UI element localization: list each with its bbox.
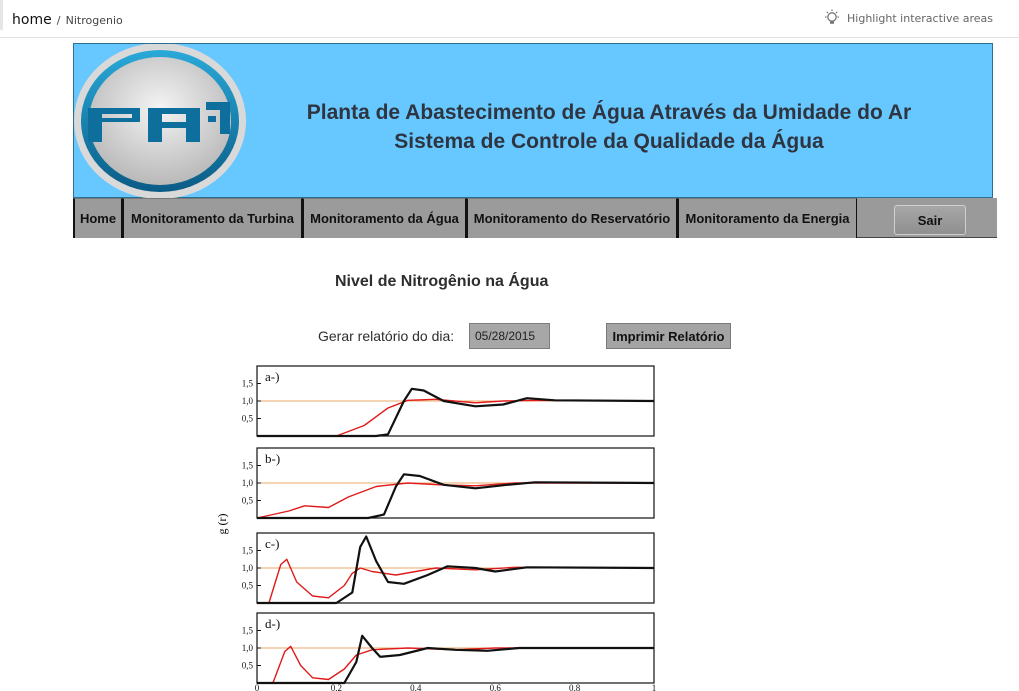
nitrogen-gr-chart: g (r) 0,5 1,0 1,5 a-) 0,5 1,0 1,5 b-) 0,5 1,0 1,5 c… <box>215 365 657 691</box>
chart-ytick-label: 1,0 <box>242 643 254 653</box>
top-bar-edge <box>0 0 3 30</box>
report-date-input[interactable] <box>469 323 550 349</box>
main-nav: Home Monitoramento da Turbina Monitorame… <box>73 198 997 238</box>
print-report-button[interactable]: Imprimir Relatório <box>606 323 731 349</box>
chart-xtick-label: 0,2 <box>331 683 342 691</box>
highlight-interactive-toggle[interactable]: Highlight interactive areas <box>823 9 993 27</box>
breadcrumb-separator: / <box>56 14 61 27</box>
highlight-label: Highlight interactive areas <box>847 11 993 25</box>
breadcrumb-current: Nitrogenio <box>65 14 123 27</box>
top-bar: home / Nitrogenio Highlight interactive … <box>0 0 1019 38</box>
chart-xtick-label: 0,4 <box>410 683 422 691</box>
chart-ytick-label: 0,5 <box>242 581 254 591</box>
nav-water-monitoring[interactable]: Monitoramento da Água <box>302 198 466 238</box>
header-title-line1: Planta de Abastecimento de Água Através … <box>306 101 912 124</box>
chart-ytick-label: 0,5 <box>242 661 254 671</box>
chart-ylabel: g (r) <box>215 514 229 535</box>
chart-ytick-label: 1,0 <box>242 396 254 406</box>
chart-ytick-label: 0,5 <box>242 496 254 506</box>
nav-turbine-monitoring[interactable]: Monitoramento da Turbina <box>122 198 302 238</box>
chart-panel-label: a-) <box>265 369 279 384</box>
chart-ytick-label: 0,5 <box>242 414 254 424</box>
breadcrumb: home / Nitrogenio <box>12 9 123 28</box>
chart-xtick-label: 0 <box>255 683 260 691</box>
logout-button[interactable]: Sair <box>894 205 966 235</box>
header-title-line2: Sistema de Controle da Qualidade da Água <box>394 130 824 153</box>
chart-xtick-label: 1 <box>652 683 657 691</box>
header-banner: Planta de Abastecimento de Água Através … <box>73 43 993 199</box>
breadcrumb-home[interactable]: home <box>12 12 52 28</box>
chart-panel-label: c-) <box>265 536 279 551</box>
chart-xtick-label: 0,6 <box>490 683 502 691</box>
chart-panel-label: b-) <box>265 451 280 466</box>
nav-reservoir-monitoring[interactable]: Monitoramento do Reservatório <box>466 198 677 238</box>
chart-ytick-label: 1,5 <box>242 546 254 556</box>
chart-ytick-label: 1,5 <box>242 626 254 636</box>
chart-ytick-label: 1,5 <box>242 461 254 471</box>
chart-xtick-label: 0,8 <box>569 683 581 691</box>
chart-ytick-label: 1,0 <box>242 478 254 488</box>
page-title: Nivel de Nitrogênio na Água <box>335 273 549 290</box>
nav-energy-monitoring[interactable]: Monitoramento da Energia <box>677 198 857 238</box>
chart-panel-label: d-) <box>265 616 280 631</box>
chart-ytick-label: 1,5 <box>242 379 254 389</box>
nav-home[interactable]: Home <box>73 198 122 238</box>
lightbulb-icon <box>823 9 841 27</box>
pa3-logo <box>74 43 248 199</box>
chart-ytick-label: 1,0 <box>242 563 254 573</box>
report-date-label: Gerar relatório do dia: <box>318 328 455 344</box>
